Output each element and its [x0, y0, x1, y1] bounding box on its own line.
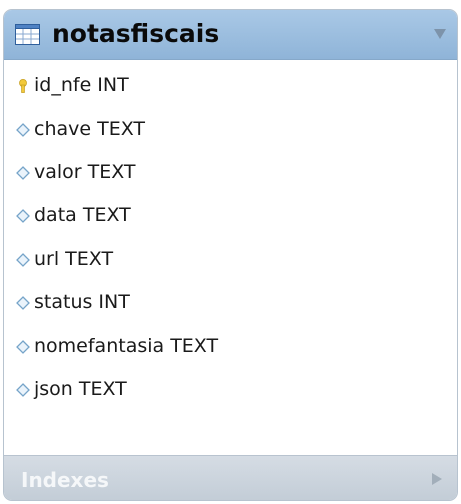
table-card[interactable]: notasfiscais id_nfe INT chave TEXT valor… [3, 9, 458, 501]
column-row[interactable]: url TEXT [4, 245, 457, 273]
column-label: url TEXT [34, 248, 114, 270]
column-label: chave TEXT [34, 118, 146, 140]
indexes-section[interactable]: Indexes [4, 455, 457, 500]
column-label: valor TEXT [34, 161, 136, 183]
column-label: id_nfe INT [34, 74, 129, 96]
triangle-right-icon[interactable] [431, 472, 443, 486]
table-header[interactable]: notasfiscais [4, 10, 457, 60]
column-diamond-icon [16, 340, 30, 354]
column-label: status INT [34, 291, 130, 313]
column-row[interactable]: valor TEXT [4, 158, 457, 186]
column-diamond-icon [16, 383, 30, 397]
column-row[interactable]: id_nfe INT [4, 71, 457, 99]
column-diamond-icon [16, 166, 30, 180]
column-label: json TEXT [34, 378, 127, 400]
indexes-label: Indexes [21, 468, 109, 492]
column-row[interactable]: json TEXT [4, 375, 457, 403]
triangle-down-icon[interactable] [433, 27, 447, 41]
primary-key-icon [19, 79, 27, 93]
column-diamond-icon [16, 209, 30, 223]
column-diamond-icon [16, 296, 30, 310]
table-icon [15, 24, 40, 45]
column-label: data TEXT [34, 204, 131, 226]
column-row[interactable]: chave TEXT [4, 115, 457, 143]
column-diamond-icon [16, 253, 30, 267]
table-name: notasfiscais [52, 19, 220, 48]
column-row[interactable]: nomefantasia TEXT [4, 332, 457, 360]
column-row[interactable]: data TEXT [4, 201, 457, 229]
column-diamond-icon [16, 123, 30, 137]
column-row[interactable]: status INT [4, 288, 457, 316]
column-label: nomefantasia TEXT [34, 335, 219, 357]
